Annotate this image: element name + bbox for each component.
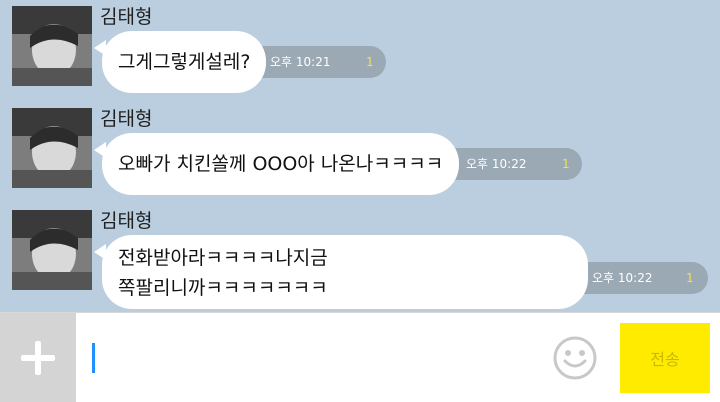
sender-name: 김태형 <box>100 108 153 130</box>
message-input[interactable] <box>84 325 544 391</box>
message-text-line: 전화받아라ㅋㅋㅋㅋ나지금 <box>118 247 328 269</box>
message-meta: 오후 10:22 1 <box>570 262 708 294</box>
message-meta: 오후 10:22 1 <box>444 148 582 180</box>
message-bubble[interactable]: 오빠가 치킨쏠께 OOO아 나온나ㅋㅋㅋㅋ <box>102 133 460 195</box>
emoticon-icon <box>553 336 597 380</box>
message-text-line: 쪽팔리니까ㅋㅋㅋㅋㅋㅋㅋ <box>118 277 328 299</box>
avatar-photo <box>12 108 92 188</box>
text-caret <box>92 343 95 373</box>
avatar[interactable] <box>12 6 92 86</box>
send-button[interactable]: 전송 <box>620 323 710 393</box>
sender-name: 김태형 <box>100 6 153 28</box>
message-meta: 오후 10:21 1 <box>248 46 386 78</box>
add-attachment-button[interactable] <box>0 313 76 402</box>
input-bar: 전송 <box>0 312 720 402</box>
avatar[interactable] <box>12 108 92 188</box>
avatar-photo <box>12 210 92 290</box>
unread-count: 1 <box>366 55 374 69</box>
timestamp: 오후 10:21 <box>270 55 331 69</box>
sender-name: 김태형 <box>100 210 153 232</box>
message-text: 그게그렇게설레? <box>118 51 251 73</box>
unread-count: 1 <box>686 271 694 285</box>
chat-area[interactable]: 김태형 오후 10:21 1 그게그렇게설레? 김태형 오후 10:22 1 오… <box>0 0 720 312</box>
message-bubble[interactable]: 그게그렇게설레? <box>102 31 267 93</box>
message-bubble[interactable]: 전화받아라ㅋㅋㅋㅋ나지금 쪽팔리니까ㅋㅋㅋㅋㅋㅋㅋ <box>102 235 588 309</box>
timestamp: 오후 10:22 <box>466 157 527 171</box>
emoticon-button[interactable] <box>552 335 598 381</box>
timestamp: 오후 10:22 <box>592 271 653 285</box>
avatar[interactable] <box>12 210 92 290</box>
message-text: 오빠가 치킨쏠께 OOO아 나온나ㅋㅋㅋㅋ <box>118 153 444 175</box>
unread-count: 1 <box>562 157 570 171</box>
avatar-photo <box>12 6 92 86</box>
